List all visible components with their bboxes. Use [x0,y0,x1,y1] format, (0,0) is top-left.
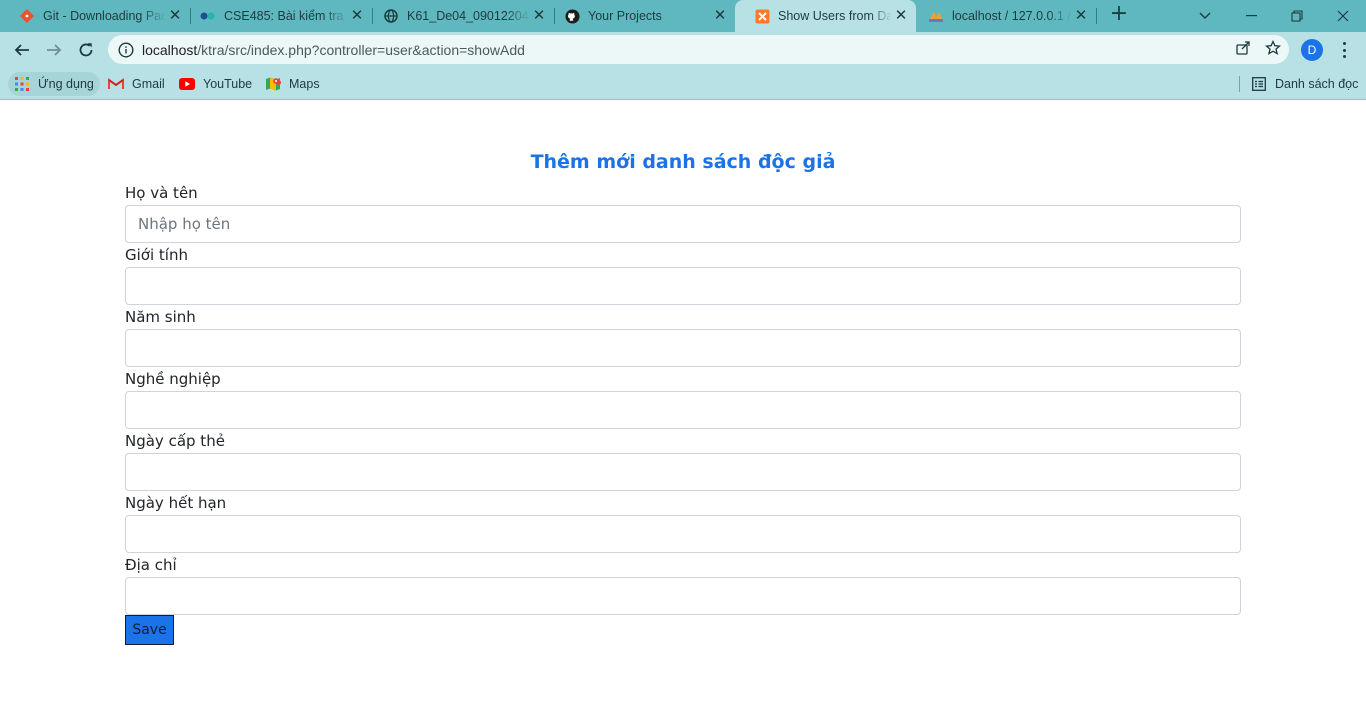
tab-title: Your Projects [588,9,662,23]
arrow-left-icon [14,44,29,56]
address-url: localhost/ktra/src/index.php?controller=… [142,42,525,58]
youtube-icon [179,76,195,92]
tab-title: K61_De04_09012204.pdf [407,9,530,23]
save-button[interactable]: Save [125,615,174,645]
tab-title: Show Users from Database [778,9,892,23]
tab-title: Git - Downloading Package [43,9,166,23]
bookmarks-divider [1239,76,1240,92]
star-icon[interactable] [1265,40,1281,56]
page-title: Thêm mới danh sách độc giả [530,151,836,173]
url-host: localhost [142,41,198,58]
browser-toolbar: localhost/ktra/src/index.php?controller=… [0,32,1366,68]
gender-label: Giới tính [125,246,188,264]
info-icon[interactable] [118,41,134,58]
page-content: Thêm mới danh sách độc giả Họ và tên Giớ… [0,101,1366,706]
fullname-input[interactable] [125,205,1241,243]
bookmark-maps[interactable]: Maps [259,72,326,96]
birth-year-input[interactable] [125,329,1241,367]
tab-strip: Git - Downloading Package ✕ CSE485: Bài … [0,0,1366,32]
issue-date-input[interactable] [125,453,1241,491]
close-tab-icon[interactable]: ✕ [892,7,910,25]
bookmark-apps[interactable]: Ứng dụng [8,72,100,96]
tab-divider [1096,8,1097,24]
fullname-label: Họ và tên [125,184,198,202]
tab-search-button[interactable] [1182,0,1228,32]
arrow-right-icon [47,44,62,56]
bookmark-label: YouTube [203,77,253,91]
restore-button[interactable] [1274,0,1320,32]
apps-grid-icon [14,76,30,92]
tab-cse485[interactable]: CSE485: Bài kiểm tra số 1 ✕ [181,0,372,32]
bookmarks-bar: Ứng dụng Gmail YouTube Maps Danh sách đọ… [0,68,1366,100]
restore-icon [1291,10,1303,22]
address-input[interactable] [125,577,1241,615]
bookmark-label: Maps [289,77,320,91]
tab-github[interactable]: Your Projects ✕ [545,0,735,32]
gender-input[interactable] [125,267,1241,305]
address-bar[interactable]: localhost/ktra/src/index.php?controller=… [108,35,1289,64]
tab-pdf[interactable]: K61_De04_09012204.pdf ✕ [364,0,554,32]
github-icon [564,8,580,24]
occupation-label: Nghề nghiệp [125,370,221,388]
tab-title: CSE485: Bài kiểm tra số 1 [224,9,348,23]
minimize-button[interactable] [1228,0,1274,32]
reload-icon [79,43,93,57]
url-path: /ktra/src/index.php?controller=user&acti… [197,41,525,58]
reading-list-button[interactable]: Danh sách đọc [1245,72,1364,96]
expiry-date-label: Ngày hết hạn [125,494,227,512]
issue-date-label: Ngày cấp thẻ [125,432,225,450]
bookmark-gmail[interactable]: Gmail [102,72,171,96]
address-label: Địa chỉ [125,556,177,574]
profile-avatar[interactable]: D [1301,39,1323,61]
git-icon [19,8,35,24]
chevron-down-icon [1199,12,1211,19]
bookmark-label: Ứng dụng [38,77,94,91]
reading-list-icon [1251,76,1267,92]
back-button[interactable] [8,36,36,64]
close-tab-icon[interactable]: ✕ [711,7,729,25]
tab-git[interactable]: Git - Downloading Package ✕ [0,0,190,32]
reading-list-label: Danh sách đọc [1275,77,1359,91]
close-window-button[interactable] [1320,0,1366,32]
tab-show-users[interactable]: Show Users from Database ✕ [735,0,916,32]
close-tab-icon[interactable]: ✕ [1072,7,1090,25]
expiry-date-input[interactable] [125,515,1241,553]
globe-icon [383,8,399,24]
xampp-icon [754,8,770,24]
close-icon [1337,10,1349,22]
minimize-icon [1245,15,1257,17]
bookmark-label: Gmail [132,77,165,91]
tab-phpmyadmin[interactable]: localhost / 127.0.0.1 / ✕ [916,0,1096,32]
new-tab-button[interactable]: + [1108,3,1130,26]
browser-menu-icon[interactable] [1336,40,1352,60]
share-icon[interactable] [1235,40,1251,56]
forward-button[interactable] [40,36,68,64]
phpmyadmin-icon [928,8,944,24]
tab-title: localhost / 127.0.0.1 / [952,9,1071,23]
gmail-icon [108,76,124,92]
birth-year-label: Năm sinh [125,308,196,326]
reload-button[interactable] [72,36,100,64]
bookmark-youtube[interactable]: YouTube [173,72,258,96]
occupation-input[interactable] [125,391,1241,429]
maps-icon [265,76,281,92]
course-site-icon [200,8,216,24]
